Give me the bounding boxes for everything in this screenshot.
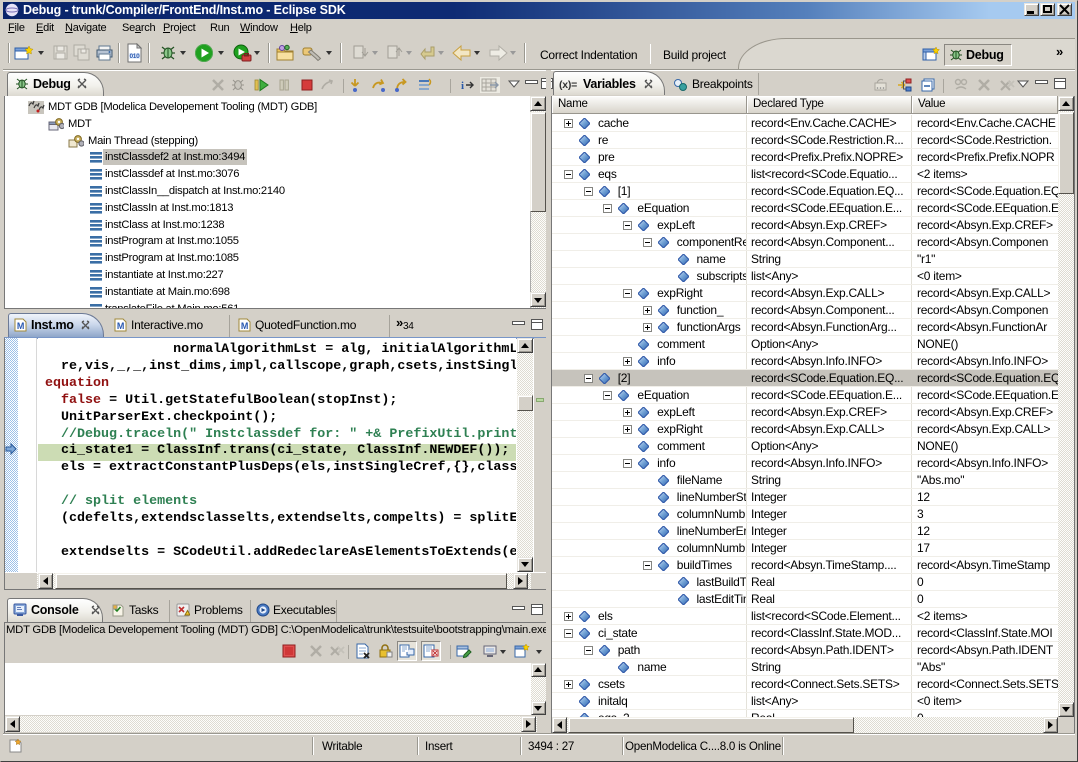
svg-text:M: M bbox=[117, 321, 124, 331]
svg-text:M: M bbox=[241, 321, 248, 331]
svg-text:(x)=: (x)= bbox=[559, 79, 577, 91]
svg-text:M: M bbox=[17, 321, 24, 331]
svg-text:i: i bbox=[461, 80, 464, 92]
svg-text:010: 010 bbox=[129, 53, 140, 60]
